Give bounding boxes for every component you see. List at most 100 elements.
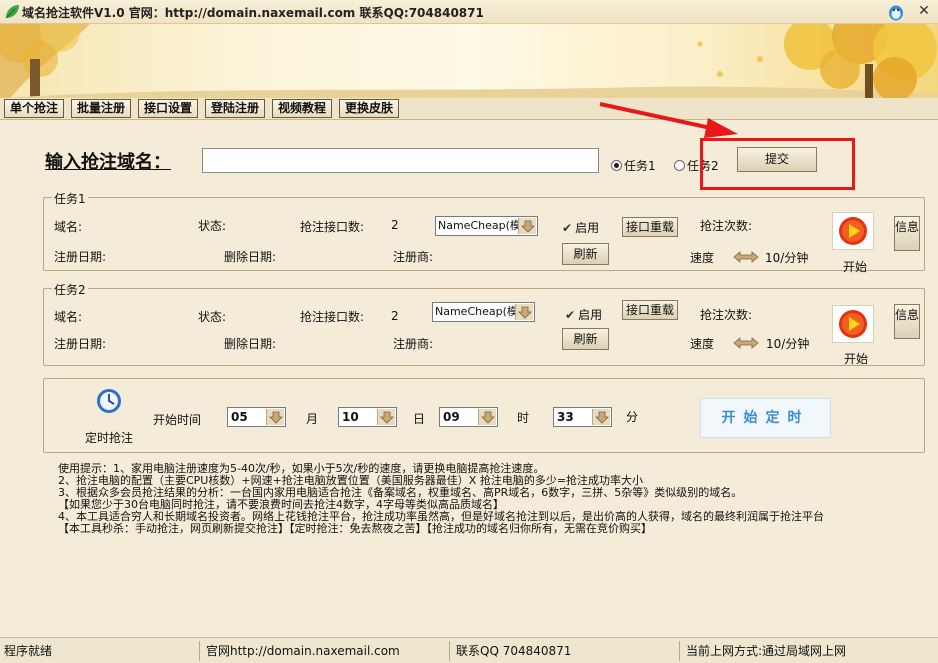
day-select[interactable]: 10 [338,407,397,427]
timer-icon-label: 定时抢注 [85,431,134,445]
task2-api-count-label: 抢注接口数: [300,310,365,324]
domain-input[interactable] [202,148,599,173]
task1-refresh-button[interactable]: 刷新 [562,243,609,265]
menu-change-skin[interactable]: 更换皮肤 [339,99,399,118]
task1-registrar-label: 注册商: [393,250,434,264]
hour-unit-label: 时 [517,411,530,425]
status-bar: 程序就绪 官网http://domain.naxemail.com 联系QQ 7… [0,637,938,663]
task1-start-button[interactable] [832,212,874,250]
task2-group: 任务2 域名: 状态: 抢注接口数: 2 NameCheap(模拟 ✔ 启用 接… [43,281,925,366]
task2-del-date-label: 删除日期: [224,337,277,351]
dropdown-arrow-icon [266,409,284,425]
domain-input-label: 输入抢注域名： [45,152,171,173]
qq-penguin-icon[interactable] [887,3,905,21]
header-banner [0,24,938,98]
task2-registrar-label: 注册商: [393,337,434,351]
banner-tree-illustration [0,24,938,98]
title-bar: 域名抢注软件V1.0 官网：http://domain.naxemail.com… [0,0,938,24]
speed-adjust-icon[interactable] [733,251,759,263]
task2-reload-button[interactable]: 接口重载 [622,300,678,320]
task2-reg-date-label: 注册日期: [54,337,107,351]
status-site: 官网http://domain.naxemail.com [206,644,400,658]
task2-refresh-button[interactable]: 刷新 [562,328,609,350]
task2-api-count: 2 [391,309,399,323]
task1-del-date-label: 删除日期: [224,250,277,264]
task2-info-button[interactable]: 信息 [894,304,920,339]
dropdown-arrow-icon [518,218,536,234]
menu-batch-register[interactable]: 批量注册 [71,99,131,118]
menu-bar: 单个抢注 批量注册 接口设置 登陆注册 视频教程 更换皮肤 [0,98,938,120]
task1-reload-button[interactable]: 接口重载 [622,217,678,237]
minute-unit-label: 分 [626,410,639,424]
app-leaf-icon [5,5,19,19]
task2-start-button[interactable] [832,305,874,343]
speed-adjust-icon[interactable] [733,337,759,349]
start-timer-button[interactable]: 开始定时 [700,398,831,438]
dropdown-arrow-icon [515,304,533,320]
task1-attempts-label: 抢注次数: [700,219,753,233]
month-unit-label: 月 [306,412,319,426]
task1-status-label: 状态: [198,219,227,233]
clock-icon [97,389,121,413]
menu-api-settings[interactable]: 接口设置 [138,99,198,118]
task1-api-select[interactable]: NameCheap(模拟 [435,216,538,236]
task2-start-label: 开始 [844,352,869,366]
checkmark-icon: ✔ [562,220,573,235]
play-icon [839,217,867,245]
close-button[interactable]: ✕ [916,3,932,19]
radio-task1[interactable]: 任务1 [611,157,656,174]
task1-info-button[interactable]: 信息 [894,216,920,251]
task2-enable-checkbox[interactable]: ✔ 启用 [565,306,602,323]
menu-video-tutorial[interactable]: 视频教程 [272,99,332,118]
task2-legend: 任务2 [52,281,88,298]
menu-login-register[interactable]: 登陆注册 [205,99,265,118]
task2-speed-label: 速度 [690,337,715,351]
radio-task1-label: 任务1 [624,159,656,173]
radio-unselected-indicator [674,160,685,171]
dropdown-arrow-icon [377,409,395,425]
day-value: 10 [342,410,359,424]
task2-speed-value: 10/分钟 [766,337,810,351]
radio-task2[interactable]: 任务2 [674,157,719,174]
task2-status-label: 状态: [198,310,227,324]
dropdown-arrow-icon [478,409,496,425]
task1-enable-checkbox[interactable]: ✔ 启用 [562,219,599,236]
status-divider [449,641,450,661]
radio-selected-indicator [611,160,622,171]
task1-reg-date-label: 注册日期: [54,250,107,264]
task1-domain-label: 域名: [54,220,83,234]
day-unit-label: 日 [413,412,426,426]
task1-api-count: 2 [391,218,399,232]
task1-speed-value: 10/分钟 [765,251,809,265]
task2-api-select[interactable]: NameCheap(模拟 [432,302,535,322]
task2-domain-label: 域名: [54,310,83,324]
radio-task2-label: 任务2 [687,159,719,173]
menu-single-register[interactable]: 单个抢注 [4,99,64,118]
status-network: 当前上网方式:通过局域网上网 [686,644,847,658]
task2-enable-label: 启用 [578,308,603,322]
hour-value: 09 [443,410,460,424]
status-divider [679,641,680,661]
month-value: 05 [231,410,248,424]
timer-start-time-label: 开始时间 [153,413,202,427]
main-panel: 输入抢注域名： 任务1 任务2 提交 任务1 域名: 状态: 抢注接口数: 2 … [0,120,938,633]
task1-api-count-label: 抢注接口数: [300,220,365,234]
status-divider [199,641,200,661]
status-qq: 联系QQ 704840871 [456,644,572,658]
window-title: 域名抢注软件V1.0 官网：http://domain.naxemail.com… [22,6,484,20]
play-icon [839,310,867,338]
task1-speed-label: 速度 [690,251,715,265]
submit-button[interactable]: 提交 [737,147,817,172]
hour-select[interactable]: 09 [439,407,498,427]
task1-legend: 任务1 [52,190,88,207]
task1-start-label: 开始 [843,260,868,274]
usage-tips: 使用提示：1、家用电脑注册速度为5-40次/秒，如果小于5次/秒的速度，请更换电… [58,463,824,535]
tip-line: 【本工具秒杀：手动抢注，网页刷新提交抢注】【定时抢注：免去熬夜之苦】【抢注成功的… [58,522,652,535]
minute-value: 33 [557,410,574,424]
task1-enable-label: 启用 [575,221,600,235]
month-select[interactable]: 05 [227,407,286,427]
status-ready: 程序就绪 [4,644,53,658]
minute-select[interactable]: 33 [553,407,612,427]
task2-attempts-label: 抢注次数: [700,308,753,322]
checkmark-icon: ✔ [565,307,576,322]
